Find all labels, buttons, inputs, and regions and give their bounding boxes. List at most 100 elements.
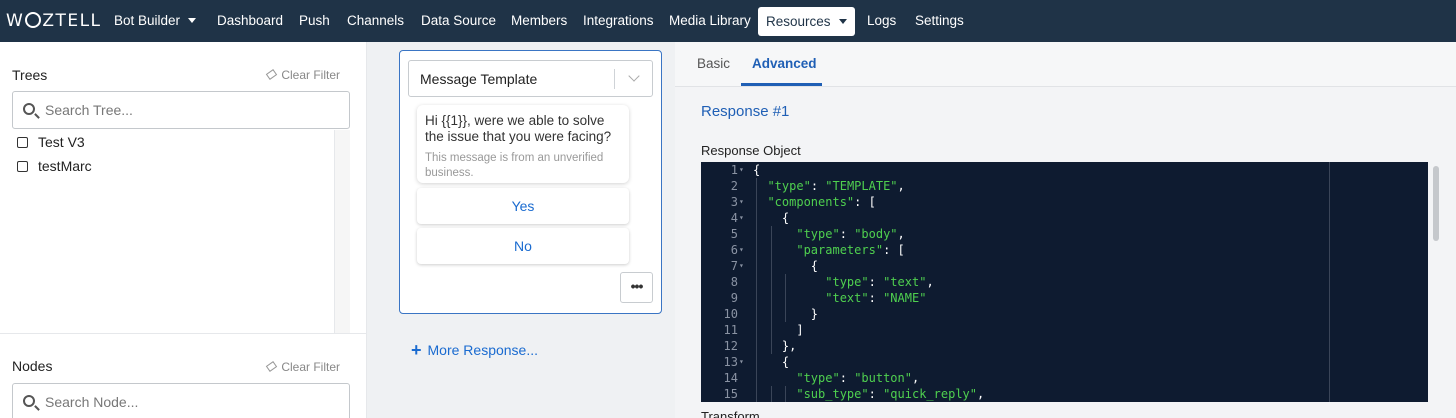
code-text: "parameters": [	[796, 243, 905, 257]
response-card[interactable]: Message Template Hi {{1}}, were we able …	[399, 50, 662, 314]
indent-guide	[756, 178, 758, 402]
code-line[interactable]: 11 ]	[701, 322, 1428, 338]
nav-push[interactable]: Push	[299, 0, 330, 42]
line-number: 7	[730, 259, 738, 273]
response-title: Response #1	[701, 103, 790, 120]
active-tab-indicator	[741, 83, 822, 86]
nav-data-source[interactable]: Data Source	[421, 0, 496, 42]
tab-bar: Basic Advanced	[675, 42, 1456, 87]
line-number: 12	[723, 339, 738, 353]
code-line[interactable]: 13 ▾ {	[701, 354, 1428, 370]
line-number: 9	[730, 291, 738, 305]
nav-settings[interactable]: Settings	[915, 0, 964, 42]
code-line[interactable]: 3 ▾ "components": [	[701, 194, 1428, 210]
nav-logs[interactable]: Logs	[867, 0, 896, 42]
code-line[interactable]: 12 },	[701, 338, 1428, 354]
line-number: 3	[730, 195, 738, 209]
checkbox[interactable]	[17, 137, 28, 148]
quick-reply-yes[interactable]: Yes	[417, 188, 629, 224]
node-search-input[interactable]	[45, 392, 335, 412]
code-line[interactable]: 15 "sub_type": "quick_reply",	[701, 386, 1428, 402]
code-text: {	[753, 211, 790, 225]
indent-guide	[770, 386, 772, 402]
settings-panel: Basic Advanced Response #1 Response Obje…	[675, 42, 1456, 418]
fold-arrow-icon[interactable]: ▾	[739, 162, 744, 178]
tree-scrollbar[interactable]	[334, 130, 350, 333]
select-value: Message Template	[420, 71, 538, 87]
checkbox[interactable]	[17, 161, 28, 172]
nav-media-library[interactable]: Media Library	[669, 0, 751, 42]
select-separator	[614, 69, 615, 89]
editor-scrollbar[interactable]	[1431, 162, 1441, 402]
fold-arrow-icon[interactable]: ▾	[739, 354, 744, 370]
code-line[interactable]: 8 "type": "text",	[701, 274, 1428, 290]
tab-advanced[interactable]: Advanced	[752, 56, 817, 71]
quick-reply-no[interactable]: No	[417, 228, 629, 264]
node-search-box	[12, 383, 350, 418]
code-text: },	[753, 339, 797, 353]
caret-down-icon	[838, 19, 847, 24]
code-text: {	[753, 259, 819, 273]
nav-resources[interactable]: Resources	[758, 7, 855, 36]
code-line[interactable]: 2 "type": "TEMPLATE",	[701, 178, 1428, 194]
fold-arrow-icon[interactable]: ▾	[739, 210, 744, 226]
line-number: 1	[730, 163, 738, 177]
tab-basic[interactable]: Basic	[697, 56, 730, 71]
transform-label: Transform	[701, 409, 760, 418]
code-line[interactable]: 4 ▾ {	[701, 210, 1428, 226]
more-response-link[interactable]: + More Response...	[411, 340, 538, 361]
code-line[interactable]: 5 "type": "body",	[701, 226, 1428, 242]
response-object-label: Response Object	[701, 143, 801, 158]
search-icon	[23, 103, 35, 115]
code-text: "sub_type": "quick_reply",	[796, 387, 985, 401]
chevron-down-icon[interactable]	[628, 70, 640, 82]
response-type-select[interactable]: Message Template	[408, 60, 653, 97]
message-text: Hi {{1}}, were we able to solve the issu…	[425, 113, 612, 144]
tree-search-input[interactable]	[45, 100, 335, 120]
search-icon	[23, 395, 35, 407]
nav-channels[interactable]: Channels	[347, 0, 404, 42]
nodes-title: Nodes	[12, 358, 53, 374]
trees-clear-filter[interactable]: Clear Filter	[266, 68, 340, 82]
top-nav: W ZTELL Bot Builder Dashboard Push Channe…	[0, 0, 1456, 42]
code-text: "type": "TEMPLATE",	[767, 179, 905, 193]
code-text: {	[753, 355, 790, 369]
woztell-logo[interactable]: W ZTELL	[6, 11, 102, 31]
code-line[interactable]: 9 "text": "NAME"	[701, 290, 1428, 306]
code-line[interactable]: 14 "type": "button",	[701, 370, 1428, 386]
line-number: 11	[723, 323, 738, 337]
line-number: 15	[723, 387, 738, 401]
code-editor[interactable]: 1 ▾{2 "type": "TEMPLATE", 3 ▾ "components":…	[701, 162, 1428, 402]
tree-item[interactable]: Test V3	[17, 134, 85, 150]
scrollbar-thumb[interactable]	[1433, 166, 1439, 241]
nav-bot-builder[interactable]: Bot Builder	[114, 0, 197, 42]
divider	[0, 333, 367, 334]
nav-dashboard[interactable]: Dashboard	[217, 0, 283, 42]
code-line[interactable]: 6 ▾ "parameters": [	[701, 242, 1428, 258]
nav-integrations[interactable]: Integrations	[583, 0, 654, 42]
nodes-clear-filter[interactable]: Clear Filter	[266, 360, 340, 374]
code-text: "components": [	[767, 195, 876, 209]
line-number: 14	[723, 371, 738, 385]
fold-arrow-icon[interactable]: ▾	[739, 258, 744, 274]
trees-title: Trees	[12, 67, 48, 83]
left-panel: Trees Clear Filter Test V3 testMarc Node…	[0, 42, 367, 418]
tree-item[interactable]: testMarc	[17, 158, 92, 174]
code-line[interactable]: 10 }	[701, 306, 1428, 322]
more-options-icon[interactable]: •••	[620, 272, 653, 303]
code-line[interactable]: 7 ▾ {	[701, 258, 1428, 274]
plus-icon: +	[411, 340, 422, 360]
fold-arrow-icon[interactable]: ▾	[739, 194, 744, 210]
indent-guide	[770, 226, 772, 354]
line-number: 8	[730, 275, 738, 289]
unverified-note: This message is from an unverified busin…	[425, 152, 604, 179]
line-number: 6	[730, 243, 738, 257]
fold-arrow-icon[interactable]: ▾	[739, 242, 744, 258]
line-number: 5	[730, 227, 738, 241]
code-text: "type": "text",	[825, 275, 934, 289]
line-number: 13	[723, 355, 738, 369]
nav-members[interactable]: Members	[511, 0, 567, 42]
code-text: {	[753, 163, 761, 177]
eraser-icon	[266, 361, 278, 372]
code-line[interactable]: 1 ▾ {	[701, 162, 1428, 178]
